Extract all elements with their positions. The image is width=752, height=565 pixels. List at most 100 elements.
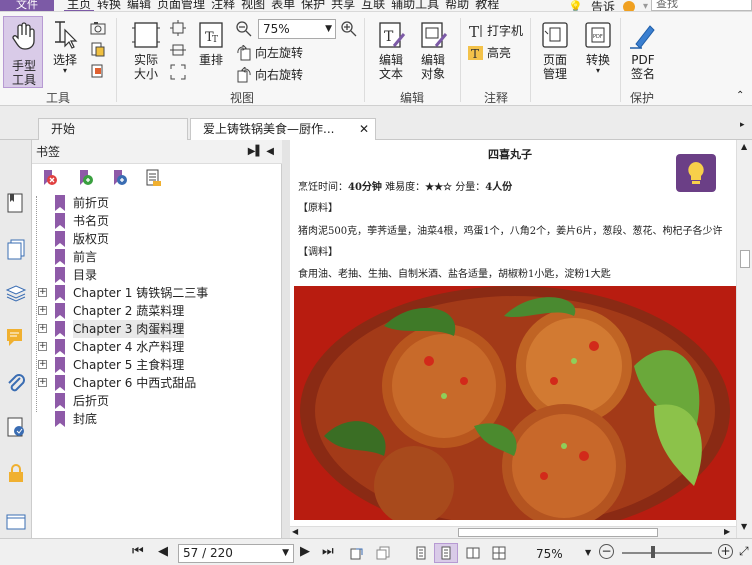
snapshot-icon[interactable] bbox=[90, 21, 106, 35]
menu-page-manage[interactable]: 页面管理 bbox=[154, 0, 208, 11]
select-button[interactable]: 选择 ▾ bbox=[48, 20, 82, 75]
next-view-icon[interactable] bbox=[376, 546, 390, 560]
zoom-out-icon[interactable] bbox=[236, 21, 252, 37]
attachment-icon[interactable] bbox=[5, 372, 27, 394]
edit-text-button[interactable]: T 编辑 文本 bbox=[372, 20, 410, 81]
zoom-slider[interactable] bbox=[622, 552, 712, 554]
expand-icon[interactable]: + bbox=[38, 288, 47, 297]
bookmark-item[interactable]: 书名页 bbox=[38, 212, 268, 230]
horizontal-scroll-thumb[interactable] bbox=[458, 528, 658, 537]
pdf-sign-button[interactable]: PDF 签名 bbox=[624, 20, 662, 81]
comments-icon[interactable] bbox=[5, 326, 27, 348]
bookmark-item[interactable]: 后折页 bbox=[38, 392, 268, 410]
bookmark-item[interactable]: + Chapter 5 主食料理 bbox=[38, 356, 268, 374]
menu-convert[interactable]: 转换 bbox=[94, 0, 124, 11]
bookmark-item[interactable]: + Chapter 6 中西式甜品 bbox=[38, 374, 268, 392]
first-page-icon[interactable]: ⏮ bbox=[132, 544, 144, 559]
layers-icon[interactable] bbox=[5, 282, 27, 304]
bookmark-item[interactable]: 目录 bbox=[38, 266, 268, 284]
close-icon[interactable]: ✕ bbox=[359, 119, 369, 139]
zoom-in-button[interactable]: + bbox=[718, 544, 733, 559]
zoom-in-icon[interactable] bbox=[341, 21, 357, 37]
panel-collapse-icon[interactable]: ▶▌ ◀ bbox=[248, 140, 274, 164]
search-options-icon[interactable]: ▾ bbox=[643, 1, 648, 11]
fit-page-icon[interactable] bbox=[170, 20, 186, 36]
menu-share[interactable]: 共享 bbox=[328, 0, 358, 11]
tab-start[interactable]: 开始 bbox=[38, 118, 188, 140]
add-bookmark-icon[interactable] bbox=[76, 169, 94, 187]
tell-me-label[interactable]: 告诉 bbox=[591, 0, 615, 11]
zoom-slider-thumb[interactable] bbox=[651, 546, 655, 558]
reflow-button[interactable]: TT 重排 bbox=[194, 20, 228, 67]
menu-help[interactable]: 帮助 bbox=[442, 0, 472, 11]
page-thumbnails-icon[interactable] bbox=[5, 238, 27, 260]
delete-bookmark-icon[interactable] bbox=[40, 169, 58, 187]
menu-connect[interactable]: 互联 bbox=[358, 0, 388, 11]
fit-width-icon[interactable] bbox=[170, 42, 186, 58]
zoom-dropdown-icon[interactable]: ▼ bbox=[585, 548, 591, 557]
continuous-facing-icon[interactable] bbox=[492, 546, 506, 560]
menu-home[interactable]: 主页 bbox=[64, 0, 95, 11]
zoom-select[interactable]: 75% ▼ bbox=[258, 19, 336, 39]
edit-object-button[interactable]: 编辑 对象 bbox=[414, 20, 452, 81]
tip-lightbulb-icon[interactable] bbox=[676, 154, 716, 192]
bookmark-item-selected[interactable]: + Chapter 3 肉蛋料理 bbox=[38, 320, 268, 338]
clipboard-icon[interactable] bbox=[90, 41, 106, 57]
page-number-input[interactable]: 57 / 220 ▼ bbox=[178, 544, 294, 563]
signature-panel-icon[interactable] bbox=[5, 416, 27, 438]
next-page-icon[interactable]: ▶ bbox=[300, 544, 310, 559]
rotate-left-button[interactable]: 向左旋转 bbox=[236, 44, 303, 61]
single-page-icon[interactable] bbox=[414, 546, 428, 560]
zoom-percentage[interactable]: 75% bbox=[536, 547, 563, 561]
menu-form[interactable]: 表单 bbox=[268, 0, 298, 11]
menu-view[interactable]: 视图 bbox=[238, 0, 268, 11]
expand-icon[interactable]: + bbox=[38, 306, 47, 315]
paste-icon[interactable] bbox=[90, 63, 106, 79]
bookmark-item[interactable]: 版权页 bbox=[38, 230, 268, 248]
hand-tool-button[interactable]: 手型 工具 bbox=[3, 16, 43, 88]
bookmark-options-icon[interactable] bbox=[144, 169, 162, 187]
scroll-left-icon[interactable]: ◀ bbox=[292, 527, 298, 536]
previous-view-icon[interactable] bbox=[350, 546, 364, 560]
horizontal-scrollbar[interactable]: ◀ ▶ bbox=[290, 526, 736, 538]
expand-icon[interactable]: + bbox=[38, 324, 47, 333]
menu-accessibility[interactable]: 辅助工具 bbox=[388, 0, 442, 11]
previous-page-icon[interactable]: ◀ bbox=[158, 544, 168, 559]
vertical-scrollbar[interactable]: ▲ ▼ bbox=[736, 140, 752, 538]
rotate-right-button[interactable]: 向右旋转 bbox=[236, 66, 303, 83]
fullscreen-icon[interactable]: ⤢ bbox=[739, 544, 749, 559]
form-fields-icon[interactable] bbox=[5, 510, 27, 532]
last-page-icon[interactable]: ⏭ bbox=[322, 544, 334, 559]
expand-icon[interactable]: + bbox=[38, 378, 47, 387]
menu-tutorial[interactable]: 教程 bbox=[472, 0, 502, 11]
lock-icon[interactable] bbox=[5, 462, 27, 484]
menu-protect[interactable]: 保护 bbox=[298, 0, 328, 11]
search-input[interactable]: 查找 bbox=[651, 0, 752, 11]
tab-document[interactable]: 爱上铸铁锅美食—厨作... ✕ bbox=[190, 118, 376, 140]
scroll-down-icon[interactable]: ▼ bbox=[741, 522, 747, 531]
convert-button[interactable]: PDF 转换 ▾ bbox=[580, 20, 616, 75]
bookmark-item[interactable]: 封底 bbox=[38, 410, 268, 428]
shield-icon[interactable] bbox=[622, 0, 635, 11]
bookmark-item[interactable]: 前言 bbox=[38, 248, 268, 266]
scroll-up-icon[interactable]: ▲ bbox=[741, 142, 747, 151]
menu-comment[interactable]: 注释 bbox=[208, 0, 238, 11]
bookmark-item[interactable]: + Chapter 4 水产料理 bbox=[38, 338, 268, 356]
file-menu[interactable]: 文件 bbox=[0, 0, 54, 11]
bookmark-item[interactable]: + Chapter 2 蔬菜料理 bbox=[38, 302, 268, 320]
typewriter-button[interactable]: T 打字机 bbox=[468, 22, 523, 39]
actual-size-button[interactable]: 实际 大小 bbox=[126, 20, 166, 81]
highlight-button[interactable]: T 高亮 bbox=[468, 44, 511, 61]
bookmark-item[interactable]: + Chapter 1 铸铁锅二三事 bbox=[38, 284, 268, 302]
vertical-scroll-thumb[interactable] bbox=[740, 250, 750, 268]
collapse-ribbon-icon[interactable]: ⌃ bbox=[736, 90, 744, 101]
tab-scroll-right-icon[interactable]: ▸ bbox=[740, 120, 745, 130]
expand-icon[interactable]: + bbox=[38, 342, 47, 351]
zoom-out-button[interactable]: − bbox=[599, 544, 614, 559]
continuous-page-button[interactable] bbox=[434, 543, 458, 563]
menu-edit[interactable]: 编辑 bbox=[124, 0, 154, 11]
page-manage-button[interactable]: 页面 管理 bbox=[536, 20, 574, 81]
bookmark-item[interactable]: 前折页 bbox=[38, 194, 268, 212]
fit-visible-icon[interactable] bbox=[170, 64, 186, 80]
facing-pages-icon[interactable] bbox=[466, 546, 480, 560]
